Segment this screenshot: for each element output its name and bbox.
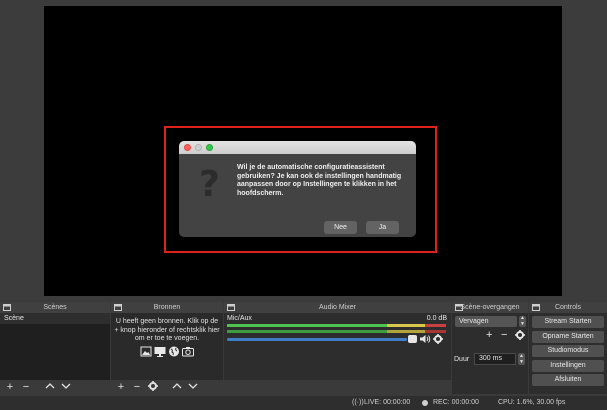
source-type-icons [111, 346, 223, 357]
cpu-stats: CPU: 1.6%, 30.00 fps [498, 399, 566, 406]
move-up-button[interactable] [43, 381, 57, 393]
studio-mode-button[interactable]: Studiomodus [532, 345, 604, 357]
meter-green [227, 324, 387, 327]
camera-icon [182, 346, 194, 356]
meter-red [425, 324, 446, 327]
sources-empty-text: U heeft geen bronnen. Klik op de + knop … [114, 318, 220, 342]
question-mark-icon: ? [199, 164, 220, 205]
source-list[interactable]: U heeft geen bronnen. Klik op de + knop … [111, 313, 223, 380]
move-up-button[interactable] [170, 381, 184, 393]
preview-area: ? Wil je de automatische configuratieass… [0, 0, 607, 299]
sources-title: Bronnen [153, 304, 181, 311]
volume-meter [227, 324, 446, 333]
remove-transition-button[interactable]: − [501, 330, 507, 341]
controls-title: Controls [554, 304, 582, 311]
meter-yellow [387, 324, 425, 327]
list-item[interactable]: Scène [0, 313, 110, 324]
remove-source-button[interactable]: − [130, 381, 144, 393]
settings-button[interactable]: Instellingen [532, 359, 604, 372]
transition-select-arrows[interactable]: ▲ ▼ [519, 315, 526, 327]
meter-yellow-2 [387, 330, 425, 333]
start-recording-button[interactable]: Opname Starten [532, 330, 604, 343]
no-button[interactable]: Nee [324, 221, 357, 234]
chevron-down-icon [61, 383, 71, 389]
float-dock-icon[interactable] [227, 304, 235, 311]
chevron-up-icon [172, 383, 182, 389]
transitions-title-bar: Scène-overgangen [452, 302, 528, 313]
duration-label: Duur [454, 356, 470, 363]
mixer-toolbar [224, 380, 451, 394]
float-dock-icon[interactable] [532, 304, 540, 311]
audio-mixer-dock: Audio Mixer Mic/Aux 0.0 dB [224, 302, 451, 394]
scenes-dock-title: Scènes [0, 302, 110, 313]
scenes-toolbar: + − [0, 380, 110, 394]
channel-name: Mic/Aux [227, 315, 252, 322]
chevron-down-icon [188, 383, 198, 389]
controls-dock: Controls Stream Starten Opname Starten S… [529, 302, 607, 394]
gear-icon[interactable] [433, 334, 443, 344]
record-dot-icon [422, 400, 428, 406]
add-transition-button[interactable]: + [486, 330, 492, 341]
scenes-dock: Scènes Scène + − [0, 302, 110, 394]
gear-icon[interactable] [515, 330, 525, 343]
move-down-button[interactable] [186, 381, 200, 393]
volume-slider[interactable] [227, 338, 407, 341]
speaker-icon[interactable] [420, 334, 431, 344]
sources-dock-title: Bronnen [111, 302, 223, 313]
display-icon [154, 346, 166, 357]
move-down-button[interactable] [59, 381, 73, 393]
scenes-title: Scènes [43, 304, 67, 311]
volume-slider-handle[interactable] [408, 335, 417, 343]
rec-timer: REC: 00:00:00 [433, 399, 479, 406]
status-bar: ((·)) LIVE: 00:00:00 REC: 00:00:00 CPU: … [0, 396, 607, 410]
volume-row [227, 334, 446, 344]
yes-button[interactable]: Ja [366, 221, 399, 234]
dialog-message: Wil je de automatische configuratieassis… [237, 164, 402, 197]
transition-select[interactable]: Vervagen [455, 316, 517, 327]
maximize-window-button[interactable] [206, 144, 213, 151]
exit-button[interactable]: Afsluiten [532, 374, 604, 386]
remove-scene-button[interactable]: − [19, 381, 33, 393]
float-dock-icon[interactable] [455, 304, 463, 311]
broadcast-icon: ((·)) [352, 399, 364, 406]
dock-area: Scènes Scène + − Bronnen U heeft geen br… [0, 302, 607, 394]
chevron-up-icon [45, 383, 55, 389]
scene-list[interactable]: Scène [0, 313, 110, 380]
controls-title-bar: Controls [529, 302, 607, 313]
dialog-titlebar[interactable] [179, 141, 416, 154]
float-dock-icon[interactable] [114, 304, 122, 311]
add-source-button[interactable]: + [114, 381, 128, 393]
auto-config-dialog: ? Wil je de automatische configuratieass… [179, 141, 416, 237]
minimize-window-button[interactable] [195, 144, 202, 151]
source-properties-button[interactable] [146, 381, 160, 393]
meter-green-2 [227, 330, 387, 333]
dialog-body: ? Wil je de automatische configuratieass… [179, 154, 416, 237]
audio-mixer-title: Audio Mixer [319, 304, 356, 311]
transitions-title: Scène-overgangen [460, 304, 520, 311]
image-icon [140, 346, 152, 356]
audio-mixer-title-bar: Audio Mixer [224, 302, 451, 313]
close-window-button[interactable] [184, 144, 191, 151]
live-timer: LIVE: 00:00:00 [364, 399, 411, 406]
duration-stepper[interactable]: ▲ ▼ [518, 353, 525, 365]
float-dock-icon[interactable] [3, 304, 11, 311]
globe-icon [169, 346, 179, 356]
duration-input[interactable]: 300 ms [474, 353, 516, 365]
gear-icon [148, 381, 158, 391]
start-streaming-button[interactable]: Stream Starten [532, 316, 604, 328]
add-scene-button[interactable]: + [3, 381, 17, 393]
controls-body: Stream Starten Opname Starten Studiomodu… [529, 313, 607, 394]
obs-window: ? Wil je de automatische configuratieass… [0, 0, 607, 410]
transitions-body: Vervagen ▲ ▼ + − Duur 300 ms ▲ ▼ [452, 313, 528, 394]
channel-level: 0.0 dB [426, 315, 447, 322]
sources-toolbar: + − [111, 380, 223, 394]
sources-dock: Bronnen U heeft geen bronnen. Klik op de… [111, 302, 223, 394]
mixer-channel: Mic/Aux 0.0 dB [224, 313, 451, 380]
scene-transitions-dock: Scène-overgangen Vervagen ▲ ▼ + − Duur 30… [452, 302, 528, 394]
meter-red-2 [425, 330, 446, 333]
